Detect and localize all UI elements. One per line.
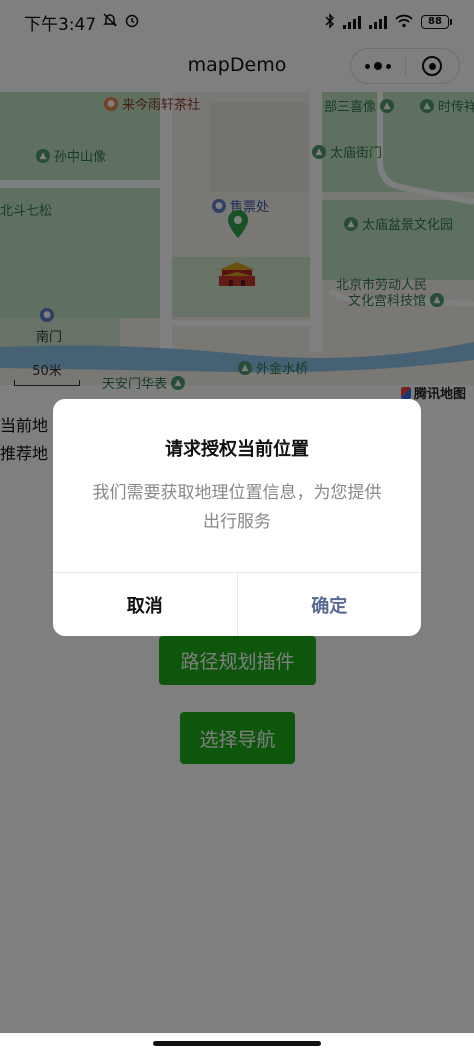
location-permission-dialog: 请求授权当前位置 我们需要获取地理位置信息，为您提供出行服务 取消 确定: [53, 399, 421, 636]
dialog-title: 请求授权当前位置: [165, 439, 309, 460]
dialog-footer: 取消 确定: [53, 572, 421, 636]
confirm-button[interactable]: 确定: [238, 573, 422, 636]
dialog-content: 我们需要获取地理位置信息，为您提供出行服务: [92, 483, 382, 532]
home-indicator[interactable]: [153, 1041, 321, 1046]
cancel-button[interactable]: 取消: [53, 573, 238, 636]
